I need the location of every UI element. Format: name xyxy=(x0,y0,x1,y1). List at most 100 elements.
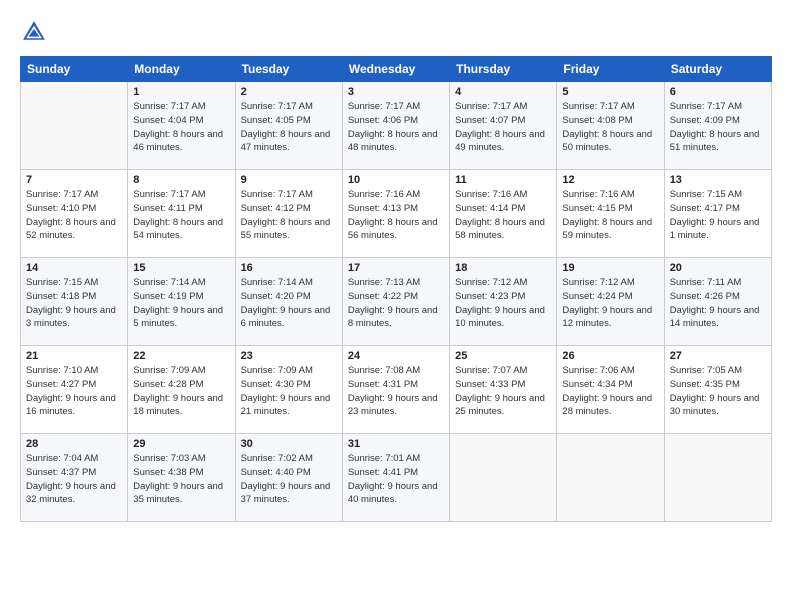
day-cell: 14 Sunrise: 7:15 AMSunset: 4:18 PMDayligh… xyxy=(21,258,128,346)
day-info: Sunrise: 7:11 AMSunset: 4:26 PMDaylight:… xyxy=(670,276,766,331)
day-number: 17 xyxy=(348,262,444,274)
day-number: 29 xyxy=(133,438,229,450)
day-info: Sunrise: 7:15 AMSunset: 4:17 PMDaylight:… xyxy=(670,188,766,243)
day-number: 10 xyxy=(348,174,444,186)
day-cell: 24 Sunrise: 7:08 AMSunset: 4:31 PMDayligh… xyxy=(342,346,449,434)
day-info: Sunrise: 7:09 AMSunset: 4:30 PMDaylight:… xyxy=(241,364,337,419)
day-cell: 23 Sunrise: 7:09 AMSunset: 4:30 PMDayligh… xyxy=(235,346,342,434)
day-number: 25 xyxy=(455,350,551,362)
day-info: Sunrise: 7:15 AMSunset: 4:18 PMDaylight:… xyxy=(26,276,122,331)
day-cell: 16 Sunrise: 7:14 AMSunset: 4:20 PMDayligh… xyxy=(235,258,342,346)
day-info: Sunrise: 7:12 AMSunset: 4:23 PMDaylight:… xyxy=(455,276,551,331)
day-cell xyxy=(557,434,664,522)
day-cell: 9Sunrise: 7:17 AMSunset: 4:12 PMDaylight… xyxy=(235,170,342,258)
day-number: 24 xyxy=(348,350,444,362)
day-number: 21 xyxy=(26,350,122,362)
day-cell: 10 Sunrise: 7:16 AMSunset: 4:13 PMDayligh… xyxy=(342,170,449,258)
day-cell: 19 Sunrise: 7:12 AMSunset: 4:24 PMDayligh… xyxy=(557,258,664,346)
header-saturday: Saturday xyxy=(664,57,771,82)
day-info: Sunrise: 7:13 AMSunset: 4:22 PMDaylight:… xyxy=(348,276,444,331)
calendar-table: SundayMondayTuesdayWednesdayThursdayFrid… xyxy=(20,56,772,522)
day-info: Sunrise: 7:17 AMSunset: 4:12 PMDaylight:… xyxy=(241,188,337,243)
day-number: 20 xyxy=(670,262,766,274)
day-number: 8 xyxy=(133,174,229,186)
page: SundayMondayTuesdayWednesdayThursdayFrid… xyxy=(0,0,792,612)
day-info: Sunrise: 7:16 AMSunset: 4:13 PMDaylight:… xyxy=(348,188,444,243)
day-cell: 5Sunrise: 7:17 AMSunset: 4:08 PMDaylight… xyxy=(557,82,664,170)
week-row-4: 21 Sunrise: 7:10 AMSunset: 4:27 PMDayligh… xyxy=(21,346,772,434)
day-info: Sunrise: 7:16 AMSunset: 4:14 PMDaylight:… xyxy=(455,188,551,243)
day-cell: 17 Sunrise: 7:13 AMSunset: 4:22 PMDayligh… xyxy=(342,258,449,346)
day-cell xyxy=(21,82,128,170)
day-cell: 22 Sunrise: 7:09 AMSunset: 4:28 PMDayligh… xyxy=(128,346,235,434)
day-cell: 4 Sunrise: 7:17 AMSunset: 4:07 PMDaylight… xyxy=(450,82,557,170)
day-info: Sunrise: 7:14 AMSunset: 4:20 PMDaylight:… xyxy=(241,276,337,331)
day-cell: 13 Sunrise: 7:15 AMSunset: 4:17 PMDayligh… xyxy=(664,170,771,258)
day-number: 12 xyxy=(562,174,658,186)
week-row-5: 28 Sunrise: 7:04 AMSunset: 4:37 PMDayligh… xyxy=(21,434,772,522)
day-cell: 6 Sunrise: 7:17 AMSunset: 4:09 PMDaylight… xyxy=(664,82,771,170)
day-number: 13 xyxy=(670,174,766,186)
day-number: 26 xyxy=(562,350,658,362)
day-number: 3 xyxy=(348,86,444,98)
day-cell: 7Sunrise: 7:17 AMSunset: 4:10 PMDaylight… xyxy=(21,170,128,258)
day-number: 16 xyxy=(241,262,337,274)
logo-icon xyxy=(20,18,48,46)
day-cell: 2 Sunrise: 7:17 AMSunset: 4:05 PMDaylight… xyxy=(235,82,342,170)
day-number: 7 xyxy=(26,174,122,186)
day-cell: 11 Sunrise: 7:16 AMSunset: 4:14 PMDayligh… xyxy=(450,170,557,258)
week-row-1: 1 Sunrise: 7:17 AMSunset: 4:04 PMDaylight… xyxy=(21,82,772,170)
day-cell: 20 Sunrise: 7:11 AMSunset: 4:26 PMDayligh… xyxy=(664,258,771,346)
day-number: 27 xyxy=(670,350,766,362)
day-cell xyxy=(664,434,771,522)
header-friday: Friday xyxy=(557,57,664,82)
day-info: Sunrise: 7:05 AMSunset: 4:35 PMDaylight:… xyxy=(670,364,766,419)
day-number: 2 xyxy=(241,86,337,98)
day-info: Sunrise: 7:12 AMSunset: 4:24 PMDaylight:… xyxy=(562,276,658,331)
day-cell: 1 Sunrise: 7:17 AMSunset: 4:04 PMDaylight… xyxy=(128,82,235,170)
day-info: Sunrise: 7:10 AMSunset: 4:27 PMDaylight:… xyxy=(26,364,122,419)
day-cell: 27 Sunrise: 7:05 AMSunset: 4:35 PMDayligh… xyxy=(664,346,771,434)
day-info: Sunrise: 7:17 AMSunset: 4:08 PMDaylight:… xyxy=(562,100,658,155)
day-cell: 8 Sunrise: 7:17 AMSunset: 4:11 PMDaylight… xyxy=(128,170,235,258)
day-info: Sunrise: 7:17 AMSunset: 4:09 PMDaylight:… xyxy=(670,100,766,155)
day-info: Sunrise: 7:17 AMSunset: 4:05 PMDaylight:… xyxy=(241,100,337,155)
calendar-header-row: SundayMondayTuesdayWednesdayThursdayFrid… xyxy=(21,57,772,82)
day-number: 1 xyxy=(133,86,229,98)
day-cell: 12Sunrise: 7:16 AMSunset: 4:15 PMDayligh… xyxy=(557,170,664,258)
day-number: 4 xyxy=(455,86,551,98)
day-info: Sunrise: 7:03 AMSunset: 4:38 PMDaylight:… xyxy=(133,452,229,507)
day-number: 11 xyxy=(455,174,551,186)
day-info: Sunrise: 7:17 AMSunset: 4:06 PMDaylight:… xyxy=(348,100,444,155)
day-number: 22 xyxy=(133,350,229,362)
day-cell xyxy=(450,434,557,522)
day-cell: 15Sunrise: 7:14 AMSunset: 4:19 PMDayligh… xyxy=(128,258,235,346)
day-info: Sunrise: 7:17 AMSunset: 4:11 PMDaylight:… xyxy=(133,188,229,243)
week-row-3: 14 Sunrise: 7:15 AMSunset: 4:18 PMDayligh… xyxy=(21,258,772,346)
day-info: Sunrise: 7:07 AMSunset: 4:33 PMDaylight:… xyxy=(455,364,551,419)
header xyxy=(20,18,772,46)
day-cell: 28 Sunrise: 7:04 AMSunset: 4:37 PMDayligh… xyxy=(21,434,128,522)
day-info: Sunrise: 7:09 AMSunset: 4:28 PMDaylight:… xyxy=(133,364,229,419)
day-cell: 31Sunrise: 7:01 AMSunset: 4:41 PMDayligh… xyxy=(342,434,449,522)
day-info: Sunrise: 7:04 AMSunset: 4:37 PMDaylight:… xyxy=(26,452,122,507)
day-number: 18 xyxy=(455,262,551,274)
day-number: 23 xyxy=(241,350,337,362)
day-cell: 18 Sunrise: 7:12 AMSunset: 4:23 PMDayligh… xyxy=(450,258,557,346)
header-thursday: Thursday xyxy=(450,57,557,82)
day-info: Sunrise: 7:17 AMSunset: 4:07 PMDaylight:… xyxy=(455,100,551,155)
day-number: 6 xyxy=(670,86,766,98)
week-row-2: 7Sunrise: 7:17 AMSunset: 4:10 PMDaylight… xyxy=(21,170,772,258)
day-info: Sunrise: 7:17 AMSunset: 4:04 PMDaylight:… xyxy=(133,100,229,155)
day-number: 28 xyxy=(26,438,122,450)
header-sunday: Sunday xyxy=(21,57,128,82)
day-info: Sunrise: 7:06 AMSunset: 4:34 PMDaylight:… xyxy=(562,364,658,419)
day-cell: 3 Sunrise: 7:17 AMSunset: 4:06 PMDaylight… xyxy=(342,82,449,170)
day-number: 14 xyxy=(26,262,122,274)
day-number: 19 xyxy=(562,262,658,274)
day-cell: 21 Sunrise: 7:10 AMSunset: 4:27 PMDayligh… xyxy=(21,346,128,434)
day-info: Sunrise: 7:08 AMSunset: 4:31 PMDaylight:… xyxy=(348,364,444,419)
day-number: 30 xyxy=(241,438,337,450)
day-cell: 29 Sunrise: 7:03 AMSunset: 4:38 PMDayligh… xyxy=(128,434,235,522)
day-cell: 30Sunrise: 7:02 AMSunset: 4:40 PMDayligh… xyxy=(235,434,342,522)
